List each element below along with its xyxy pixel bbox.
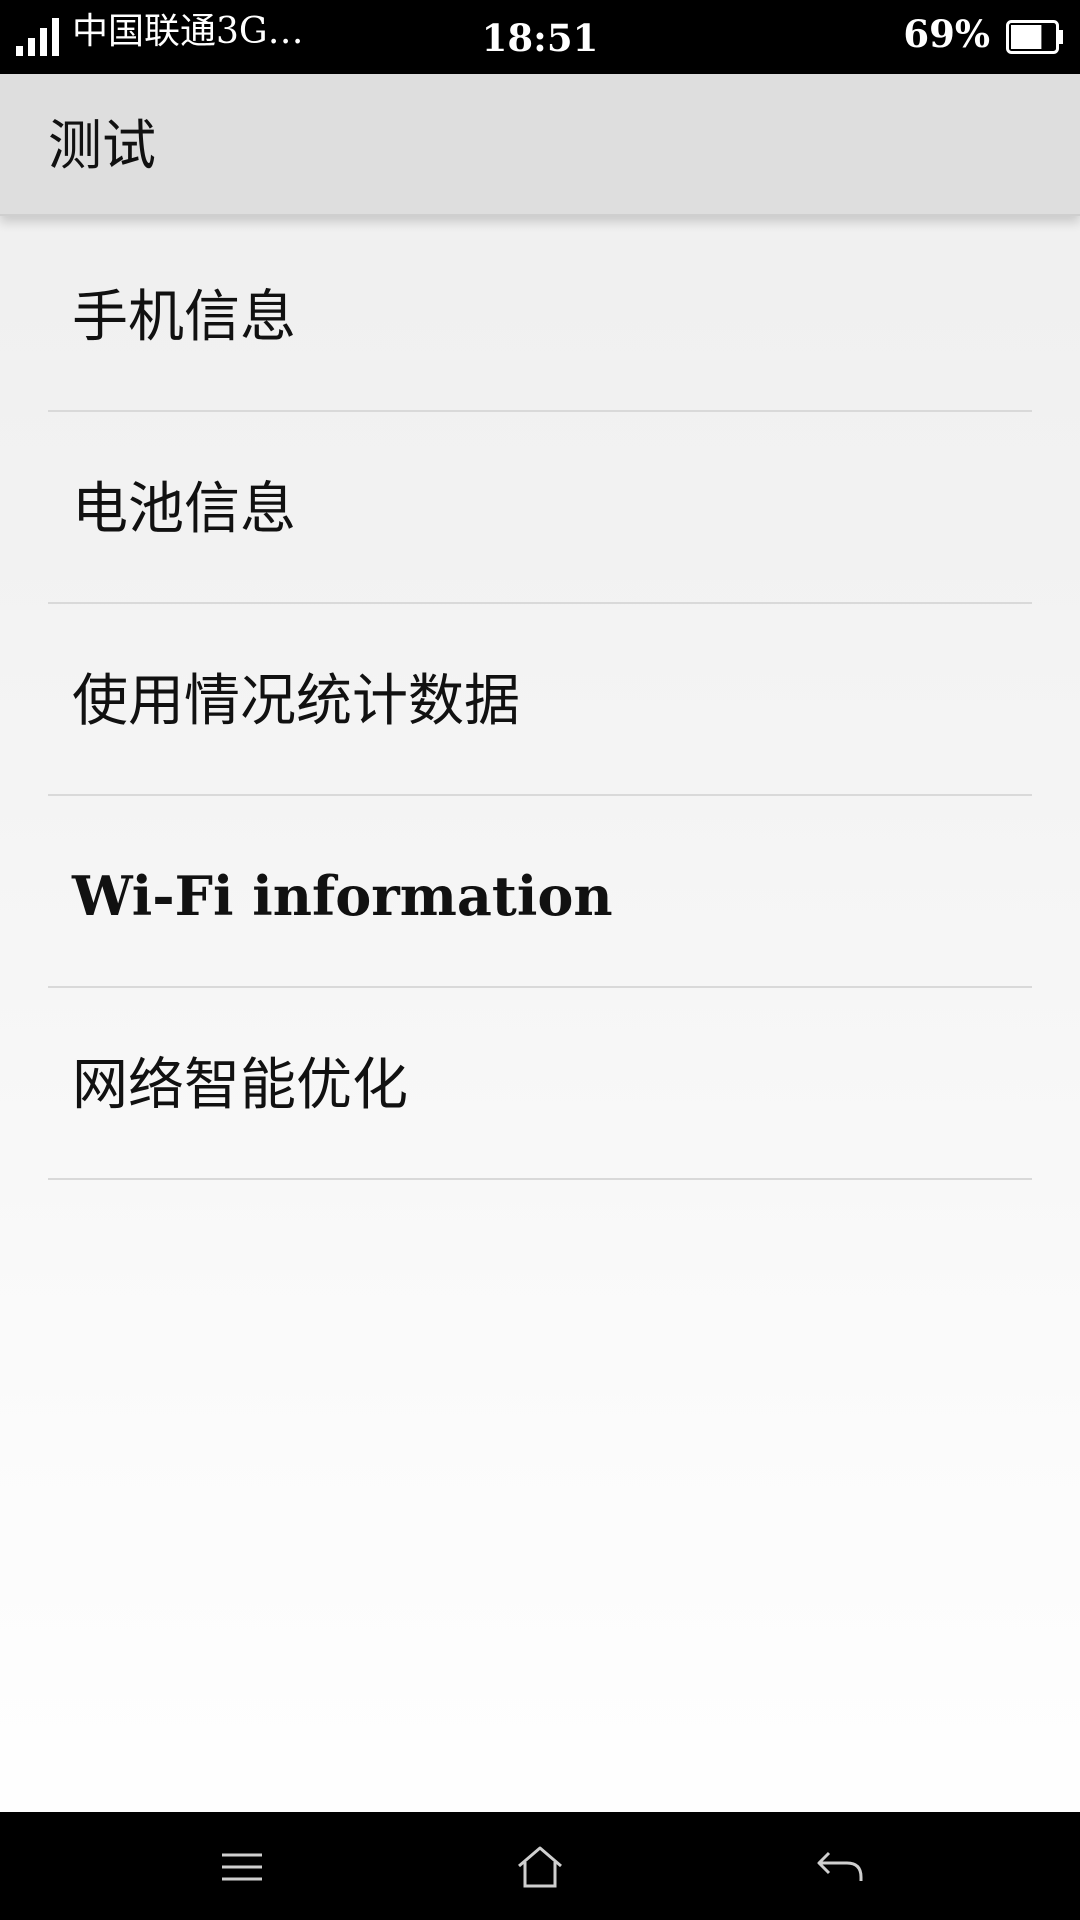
settings-list: 手机信息 电池信息 使用情况统计数据 Wi-Fi information 网络智… [48, 220, 1032, 1180]
list-item-wifi-info[interactable]: Wi-Fi information [48, 796, 1032, 988]
page-title: 测试 [48, 114, 156, 177]
list-item-label: 手机信息 [72, 285, 296, 350]
list-item-label: 电池信息 [72, 477, 296, 542]
home-icon [518, 1846, 562, 1888]
home-button[interactable] [490, 1832, 590, 1902]
action-bar: 测试 [0, 74, 1080, 216]
battery-percent: 69% [903, 12, 990, 56]
list-item-label: Wi-Fi information [72, 864, 613, 928]
back-icon [817, 1851, 863, 1881]
back-button[interactable] [790, 1832, 890, 1902]
list-item-label: 网络智能优化 [72, 1053, 408, 1118]
status-bar: 中国联通3G… 18:51 69% [0, 0, 1080, 74]
menu-icon [222, 1853, 262, 1881]
list-item-network-optimization[interactable]: 网络智能优化 [48, 988, 1032, 1180]
menu-button[interactable] [192, 1832, 292, 1902]
list-item-battery-info[interactable]: 电池信息 [48, 412, 1032, 604]
navigation-bar [0, 1812, 1080, 1920]
list-item-label: 使用情况统计数据 [72, 669, 520, 734]
battery-icon [1006, 20, 1063, 54]
list-item-phone-info[interactable]: 手机信息 [48, 220, 1032, 412]
list-item-usage-stats[interactable]: 使用情况统计数据 [48, 604, 1032, 796]
